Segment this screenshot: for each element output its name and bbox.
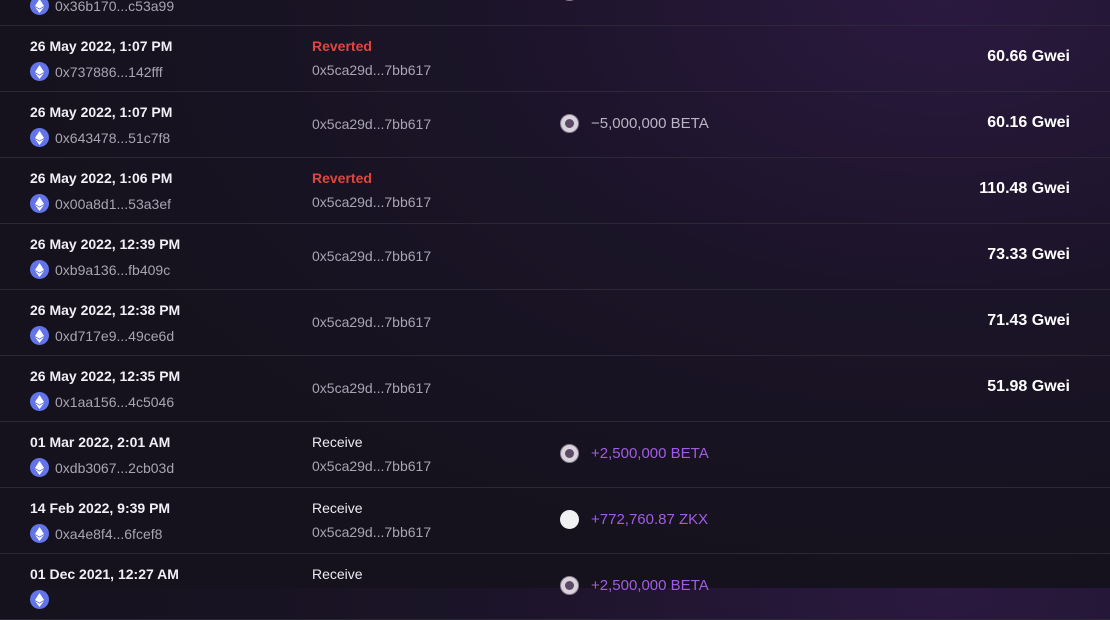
tx-hash-line[interactable]: 0x1aa156...4c5046 [30, 392, 174, 411]
tx-hash-line[interactable]: 0x00a8d1...53a3ef [30, 194, 171, 213]
transaction-list: 0x36b170...c53a99 0x5ca29d...7bb617 +2,500… [0, 0, 1110, 620]
beta-token-icon [560, 576, 579, 595]
tx-address[interactable]: 0x5ca29d...7bb617 [312, 62, 431, 78]
tx-hash-line[interactable] [30, 590, 55, 609]
ethereum-icon [30, 524, 49, 543]
ethereum-icon [30, 326, 49, 345]
tx-hash[interactable]: 0x1aa156...4c5046 [55, 394, 174, 410]
tx-status: Receive [312, 500, 363, 516]
tx-hash[interactable]: 0xa4e8f4...6fcef8 [55, 526, 162, 542]
tx-date: 14 Feb 2022, 9:39 PM [30, 500, 171, 516]
tx-hash[interactable]: 0xb9a136...fb409c [55, 262, 170, 278]
tx-hash-line[interactable]: 0x643478...51c7f8 [30, 128, 170, 147]
tx-hash[interactable]: 0x737886...142fff [55, 64, 163, 80]
token-amount: −5,000,000 BETA [591, 115, 709, 132]
transaction-row[interactable]: 0x36b170...c53a990x5ca29d...7bb617+2,500… [0, 0, 1110, 26]
tx-hash-line[interactable]: 0xd717e9...49ce6d [30, 326, 174, 345]
transaction-row[interactable]: 26 May 2022, 12:35 PM 0x1aa156...4c5046 0x… [0, 356, 1110, 422]
transaction-row[interactable]: 26 May 2022, 1:07 PM 0x737886...142fff Rev… [0, 26, 1110, 92]
beta-token-icon [560, 0, 579, 1]
tx-hash-line[interactable]: 0xa4e8f4...6fcef8 [30, 524, 162, 543]
token-change: +2,500,000 BETA [560, 0, 709, 1]
tx-status: Reverted [312, 38, 372, 54]
token-change: +2,500,000 BETA [560, 576, 709, 595]
transaction-row[interactable]: 26 May 2022, 12:39 PM 0xb9a136...fb409c 0x… [0, 224, 1110, 290]
transaction-row[interactable]: 26 May 2022, 1:06 PM 0x00a8d1...53a3ef Rev… [0, 158, 1110, 224]
tx-date: 26 May 2022, 12:35 PM [30, 368, 181, 384]
tx-hash[interactable]: 0xd717e9...49ce6d [55, 328, 174, 344]
tx-address[interactable]: 0x5ca29d...7bb617 [312, 380, 431, 396]
ethereum-icon [30, 458, 49, 477]
tx-hash[interactable]: 0x36b170...c53a99 [55, 0, 174, 14]
gas-price: 60.66 Gwei [987, 48, 1070, 65]
ethereum-icon [30, 194, 49, 213]
tx-address[interactable]: 0x5ca29d...7bb617 [312, 194, 431, 210]
zkx-token-icon [560, 510, 579, 529]
ethereum-icon [30, 590, 49, 609]
ethereum-icon [30, 0, 49, 15]
gas-price: 51.98 Gwei [987, 378, 1070, 395]
tx-status: Receive [312, 566, 363, 582]
ethereum-icon [30, 392, 49, 411]
transaction-row[interactable]: 14 Feb 2022, 9:39 PM 0xa4e8f4...6fcef8 Rec… [0, 488, 1110, 554]
tx-status: Receive [312, 434, 363, 450]
token-change: +2,500,000 BETA [560, 444, 709, 463]
beta-token-icon [560, 444, 579, 463]
tx-status: Reverted [312, 170, 372, 186]
tx-hash[interactable]: 0x00a8d1...53a3ef [55, 196, 171, 212]
tx-date: 26 May 2022, 1:07 PM [30, 104, 173, 120]
tx-date: 26 May 2022, 1:06 PM [30, 170, 173, 186]
tx-date: 26 May 2022, 12:39 PM [30, 236, 181, 252]
ethereum-icon [30, 128, 49, 147]
gas-price: 73.33 Gwei [987, 246, 1070, 263]
ethereum-icon [30, 62, 49, 81]
transaction-row[interactable]: 26 May 2022, 12:38 PM 0xd717e9...49ce6d 0x… [0, 290, 1110, 356]
token-amount: +2,500,000 BETA [591, 445, 709, 462]
token-amount: +772,760.87 ZKX [591, 511, 709, 528]
tx-address[interactable]: 0x5ca29d...7bb617 [312, 314, 431, 330]
gas-price: 60.16 Gwei [987, 114, 1070, 131]
token-change: +772,760.87 ZKX [560, 510, 708, 529]
tx-date: 26 May 2022, 1:07 PM [30, 38, 173, 54]
tx-date: 01 Mar 2022, 2:01 AM [30, 434, 171, 450]
tx-address[interactable]: 0x5ca29d...7bb617 [312, 458, 431, 474]
gas-price: 71.43 Gwei [987, 312, 1070, 329]
beta-token-icon [560, 114, 579, 133]
token-change: −5,000,000 BETA [560, 114, 709, 133]
transaction-row[interactable]: 01 Mar 2022, 2:01 AM 0xdb3067...2cb03d Rec… [0, 422, 1110, 488]
ethereum-icon [30, 260, 49, 279]
tx-date: 26 May 2022, 12:38 PM [30, 302, 181, 318]
tx-hash-line[interactable]: 0x737886...142fff [30, 62, 163, 81]
gas-price: 110.48 Gwei [979, 180, 1070, 197]
tx-address[interactable]: 0x5ca29d...7bb617 [312, 116, 431, 132]
transaction-row[interactable]: 26 May 2022, 1:07 PM 0x643478...51c7f8 0x5… [0, 92, 1110, 158]
tx-date: 01 Dec 2021, 12:27 AM [30, 566, 179, 582]
transaction-row[interactable]: 01 Dec 2021, 12:27 AM Receive +2,500,000 B… [0, 554, 1110, 620]
tx-hash-line[interactable]: 0x36b170...c53a99 [30, 0, 174, 15]
tx-hash[interactable]: 0x643478...51c7f8 [55, 130, 170, 146]
tx-hash-line[interactable]: 0xdb3067...2cb03d [30, 458, 174, 477]
tx-hash[interactable]: 0xdb3067...2cb03d [55, 460, 174, 476]
tx-hash-line[interactable]: 0xb9a136...fb409c [30, 260, 170, 279]
token-amount: +2,500,000 BETA [591, 577, 709, 594]
tx-address[interactable]: 0x5ca29d...7bb617 [312, 248, 431, 264]
tx-address[interactable]: 0x5ca29d...7bb617 [312, 524, 431, 540]
